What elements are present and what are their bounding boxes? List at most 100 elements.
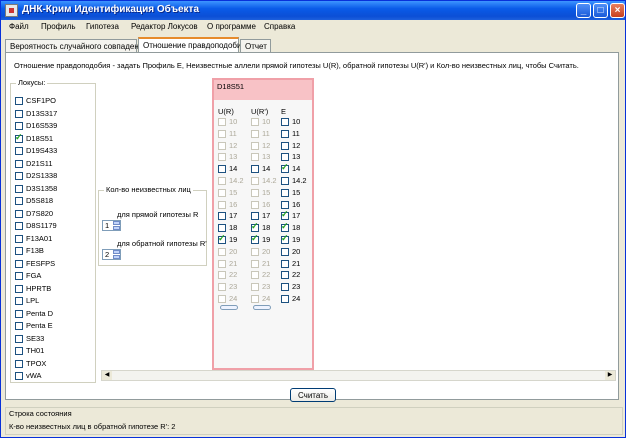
spin-down-icon[interactable] xyxy=(113,255,120,259)
locus-checkbox[interactable] xyxy=(15,234,23,243)
locus-checkbox[interactable] xyxy=(15,197,23,205)
menu-bar: Файл Профиль Гипотеза Редактор Локусов О… xyxy=(1,20,625,35)
allele-label-ur: 17 xyxy=(229,211,238,221)
minimize-button[interactable]: _ xyxy=(576,3,591,18)
locus-checkbox[interactable] xyxy=(15,309,23,318)
allele-checkbox-e[interactable] xyxy=(281,188,289,197)
locus-checkbox[interactable] xyxy=(15,297,23,305)
allele-checkbox-urp[interactable] xyxy=(251,221,259,233)
allele-checkbox-e[interactable] xyxy=(281,209,289,221)
locus-checkbox[interactable] xyxy=(15,132,23,143)
locus-checkbox[interactable] xyxy=(15,334,23,343)
locus-checkbox[interactable] xyxy=(15,259,23,268)
allele-label-e: 14 xyxy=(292,164,301,174)
allele-checkbox-urp[interactable] xyxy=(251,233,259,244)
menu-locus-editor[interactable]: Редактор Локусов xyxy=(131,22,198,31)
scroll-right-icon[interactable]: ▶ xyxy=(605,371,615,380)
allele-checkbox-ur xyxy=(218,247,226,256)
allele-label-urp: 14 xyxy=(262,164,271,174)
allele-checkbox-e[interactable] xyxy=(281,141,289,150)
status-text: К-во неизвестных лиц в обратной гипотезе… xyxy=(9,422,176,431)
locus-checkbox[interactable] xyxy=(15,172,23,180)
col-header-e: E xyxy=(281,107,287,116)
locus-checkbox[interactable] xyxy=(15,247,23,255)
app-icon xyxy=(5,4,18,17)
maximize-button[interactable]: □ xyxy=(593,3,608,18)
allele-label-e: 15 xyxy=(292,187,301,197)
spin-up-icon[interactable] xyxy=(113,250,120,254)
locus-checkbox[interactable] xyxy=(15,159,23,168)
allele-checkbox-e[interactable] xyxy=(281,153,289,162)
menu-hypothesis[interactable]: Гипотеза xyxy=(86,22,119,31)
tab-report[interactable]: Отчет xyxy=(240,39,271,52)
unknowns-group: Кол-во неизвестных лиц для прямой гипоте… xyxy=(98,185,207,266)
allele-checkbox-ur xyxy=(218,129,226,138)
close-button[interactable]: × xyxy=(610,3,625,18)
locus-checkbox[interactable] xyxy=(15,359,23,368)
direct-hypothesis-spinner[interactable]: 1 xyxy=(102,220,121,231)
horizontal-scrollbar[interactable]: ◀ ▶ xyxy=(101,370,616,381)
loci-legend: Локусы: xyxy=(16,78,48,87)
allele-checkbox-urp xyxy=(251,259,259,268)
allele-label-e: 17 xyxy=(292,211,301,221)
allele-checkbox-urp xyxy=(251,247,259,256)
locus-checkbox[interactable] xyxy=(15,122,23,130)
menu-profile[interactable]: Профиль xyxy=(41,22,76,31)
allele-checkbox-e[interactable] xyxy=(281,271,289,280)
allele-checkbox-ur[interactable] xyxy=(218,233,226,244)
locus-checkbox[interactable] xyxy=(15,322,23,330)
locus-checkbox[interactable] xyxy=(15,209,23,218)
menu-about[interactable]: О программе xyxy=(207,22,256,31)
tab-random-match[interactable]: Вероятность случайного совпадения xyxy=(5,39,148,52)
menu-file[interactable]: Файл xyxy=(9,22,29,31)
locus-checkbox[interactable] xyxy=(15,97,23,105)
allele-checkbox-ur xyxy=(218,295,226,303)
allele-checkbox-e[interactable] xyxy=(281,221,289,233)
locus-checkbox[interactable] xyxy=(15,347,23,355)
allele-checkbox-ur xyxy=(218,200,226,209)
spin-down-icon[interactable] xyxy=(113,226,120,230)
urp-clear-button[interactable] xyxy=(253,305,271,310)
spin-up-icon[interactable] xyxy=(113,221,120,225)
locus-checkbox[interactable] xyxy=(15,372,23,380)
allele-checkbox-e[interactable] xyxy=(281,162,289,174)
locus-checkbox[interactable] xyxy=(15,147,23,155)
calculate-button[interactable]: Считать xyxy=(290,388,336,402)
reverse-hypothesis-spinner[interactable]: 2 xyxy=(102,249,121,260)
title-bar[interactable]: ДНК-Крим Идентификация Объекта _ □ × xyxy=(1,1,625,20)
locus-checkbox[interactable] xyxy=(15,272,23,280)
allele-checkbox-e[interactable] xyxy=(281,283,289,292)
allele-label-urp: 21 xyxy=(262,258,271,268)
status-title: Строка состояния xyxy=(9,409,72,418)
locus-checkbox[interactable] xyxy=(15,222,23,230)
reverse-hypothesis-value[interactable]: 2 xyxy=(105,250,109,259)
allele-checkbox-ur[interactable] xyxy=(218,212,226,221)
allele-label-e: 12 xyxy=(292,140,301,150)
allele-checkbox-e[interactable] xyxy=(281,118,289,126)
ur-clear-button[interactable] xyxy=(220,305,238,310)
allele-checkbox-urp[interactable] xyxy=(251,165,259,174)
allele-checkbox-ur xyxy=(218,118,226,126)
allele-checkbox-e[interactable] xyxy=(281,233,289,244)
allele-checkbox-e[interactable] xyxy=(281,259,289,268)
allele-checkbox-urp xyxy=(251,177,259,185)
tab-likelihood-ratio[interactable]: Отношение правдоподобия xyxy=(138,37,246,53)
locus-label: F13A01 xyxy=(26,233,53,243)
locus-checkbox[interactable] xyxy=(15,284,23,293)
allele-checkbox-e[interactable] xyxy=(281,177,289,185)
locus-panel-header: D18S51 xyxy=(214,80,312,100)
allele-label-e: 18 xyxy=(292,223,301,233)
direct-hypothesis-value[interactable]: 1 xyxy=(105,221,109,230)
locus-checkbox[interactable] xyxy=(15,184,23,193)
allele-checkbox-ur[interactable] xyxy=(218,224,226,233)
allele-checkbox-ur[interactable] xyxy=(218,165,226,174)
allele-checkbox-e[interactable] xyxy=(281,295,289,303)
locus-checkbox[interactable] xyxy=(15,109,23,118)
allele-checkbox-urp[interactable] xyxy=(251,212,259,221)
allele-checkbox-e[interactable] xyxy=(281,247,289,256)
scroll-left-icon[interactable]: ◀ xyxy=(102,371,112,380)
menu-help[interactable]: Справка xyxy=(264,22,295,31)
allele-checkbox-e[interactable] xyxy=(281,200,289,209)
allele-checkbox-e[interactable] xyxy=(281,129,289,138)
allele-label-urp: 13 xyxy=(262,152,271,162)
